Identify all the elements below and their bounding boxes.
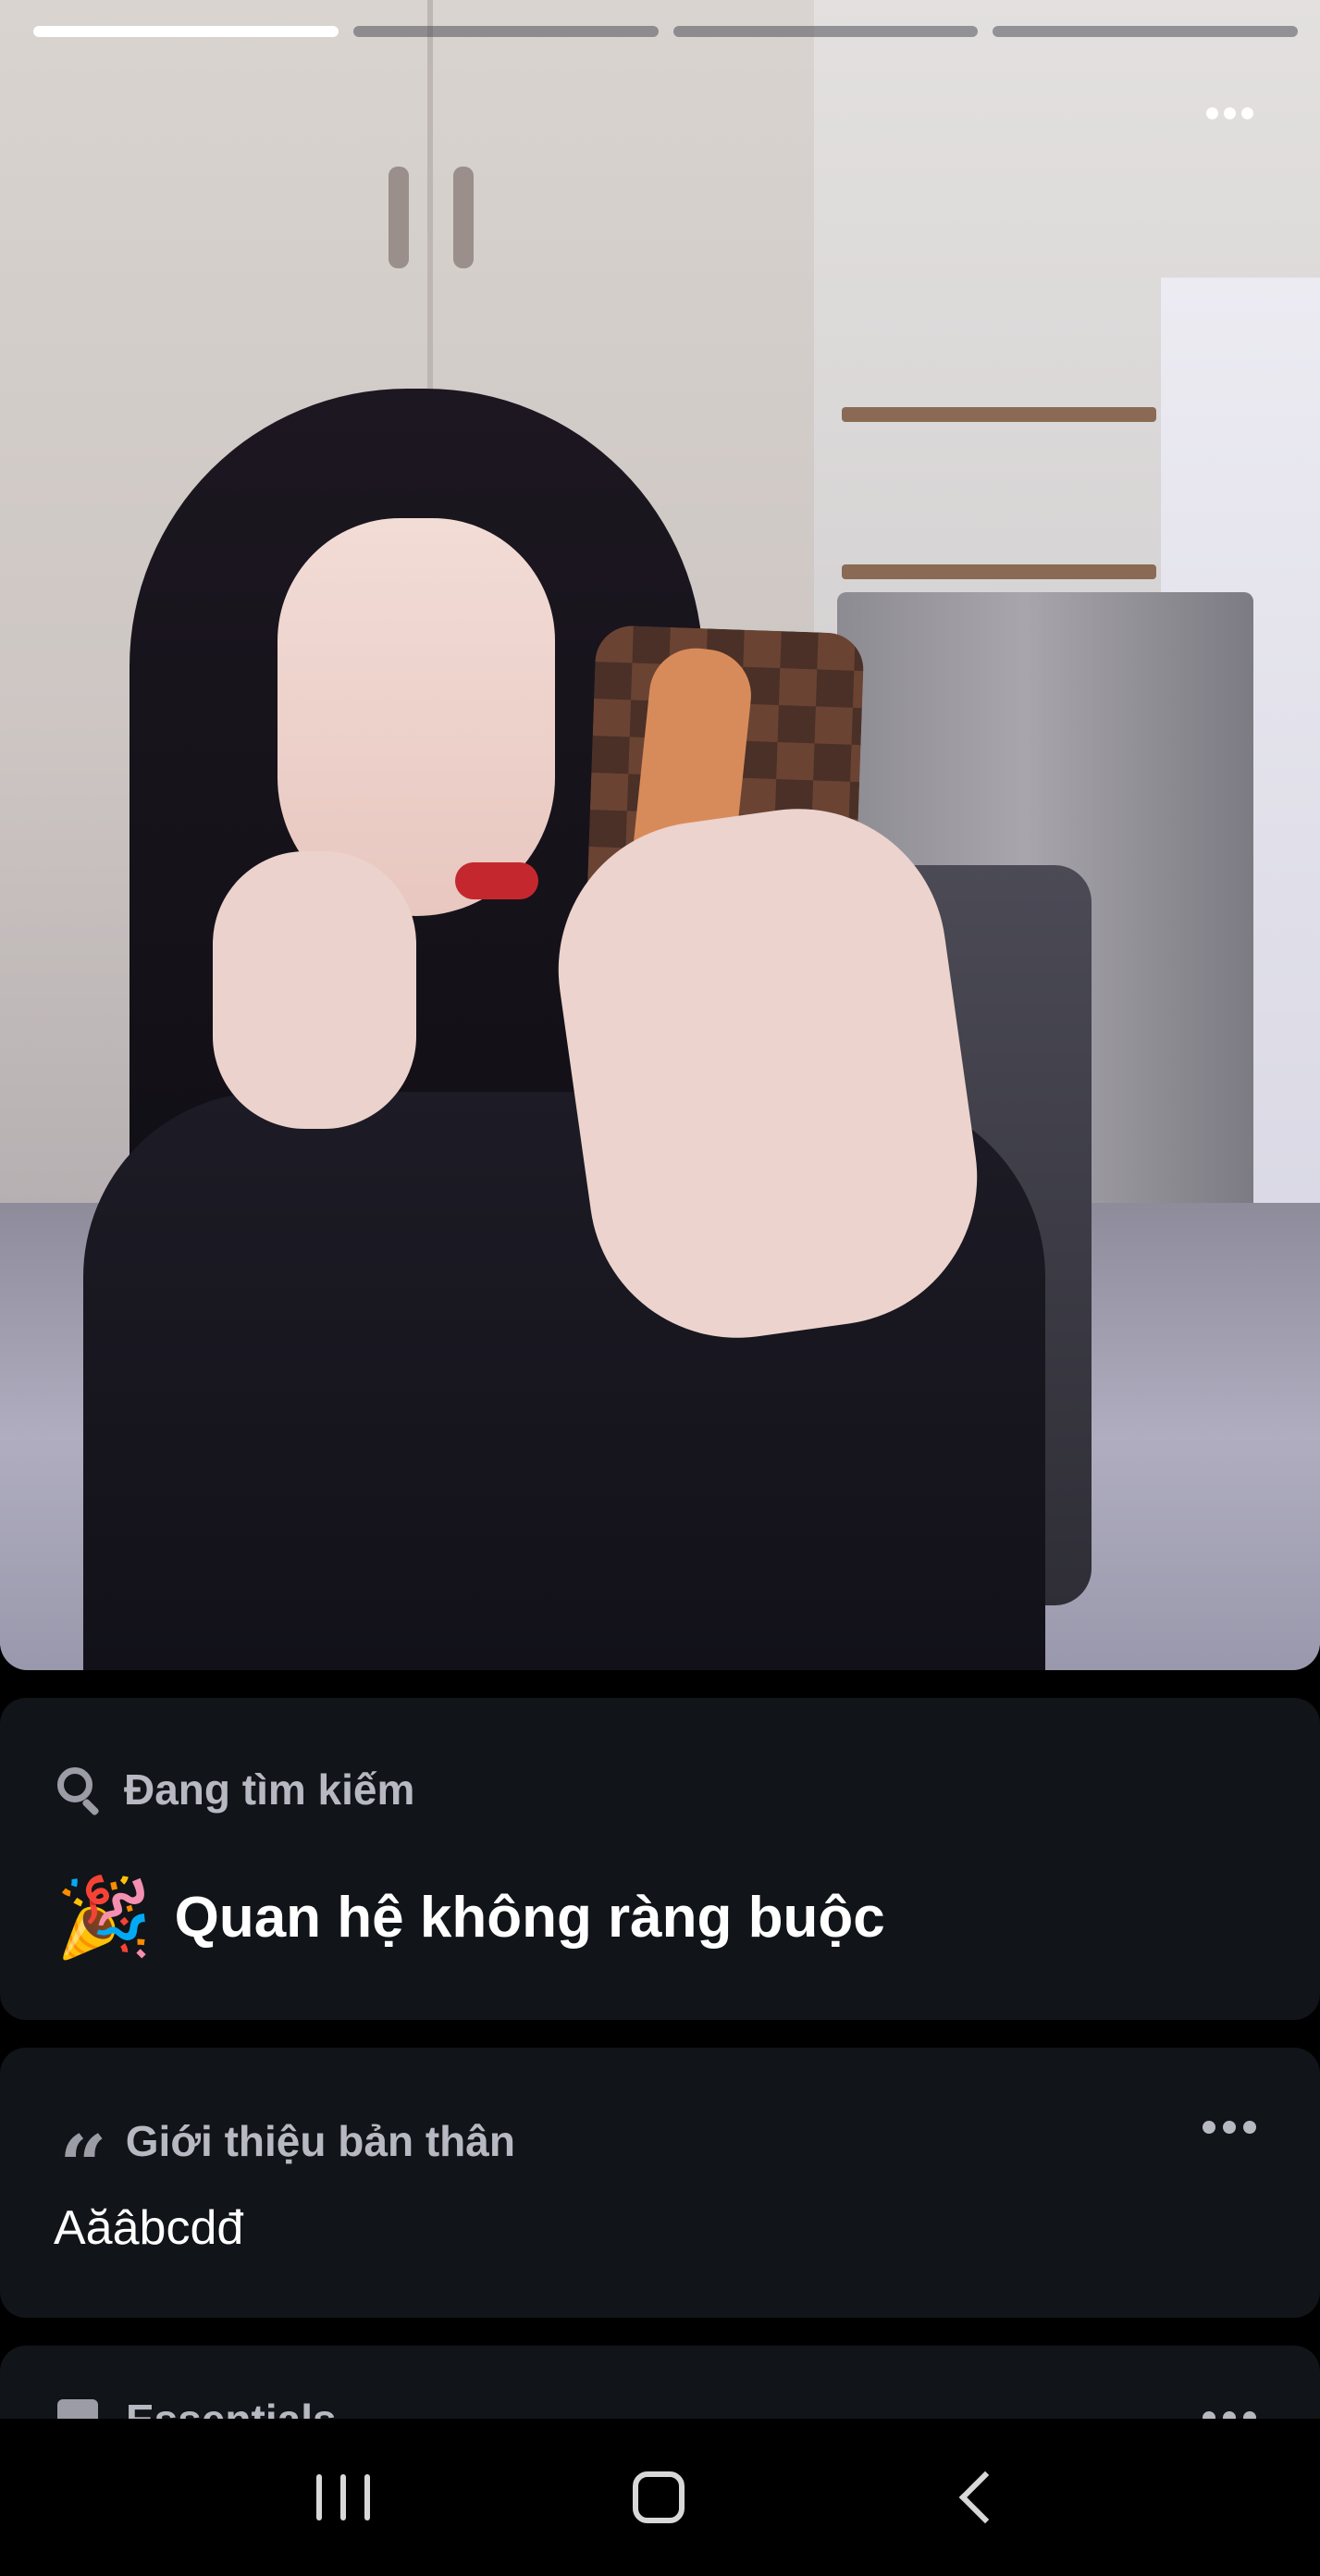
bio-card <box>0 2048 1320 2318</box>
progress-segment-4[interactable] <box>993 26 1298 37</box>
quote-icon: “ <box>59 2117 107 2215</box>
looking-for-card <box>0 1698 1320 2020</box>
bio-text: Aăâbcdđ <box>54 2201 244 2255</box>
story-progress <box>33 26 1298 41</box>
profile-screen: Đang tìm kiếm 🎉 Quan hệ không ràng buộc … <box>0 0 1320 2576</box>
back-icon[interactable] <box>958 2471 1012 2524</box>
search-icon <box>54 1764 105 1816</box>
looking-for-value: 🎉 Quan hệ không ràng buộc <box>56 1878 885 1956</box>
looking-for-label: Đang tìm kiếm <box>124 1765 415 1814</box>
bio-header: “ Giới thiệu bản thân <box>59 2102 515 2215</box>
system-nav-bar <box>0 2419 1320 2576</box>
party-popper-icon: 🎉 <box>56 1874 153 1961</box>
progress-segment-3[interactable] <box>672 26 979 37</box>
progress-segment-1[interactable] <box>33 26 339 37</box>
home-icon[interactable] <box>633 2471 685 2523</box>
profile-photo[interactable] <box>0 0 1320 1670</box>
recents-icon[interactable] <box>316 2474 371 2520</box>
progress-segment-2[interactable] <box>352 26 659 37</box>
looking-for-header: Đang tìm kiếm <box>54 1764 415 1816</box>
bio-label: Giới thiệu bản thân <box>125 2117 515 2165</box>
looking-for-text: Quan hệ không ràng buộc <box>174 1885 885 1950</box>
bio-more-icon[interactable] <box>1203 2121 1256 2134</box>
photo-more-icon[interactable] <box>1206 107 1253 119</box>
